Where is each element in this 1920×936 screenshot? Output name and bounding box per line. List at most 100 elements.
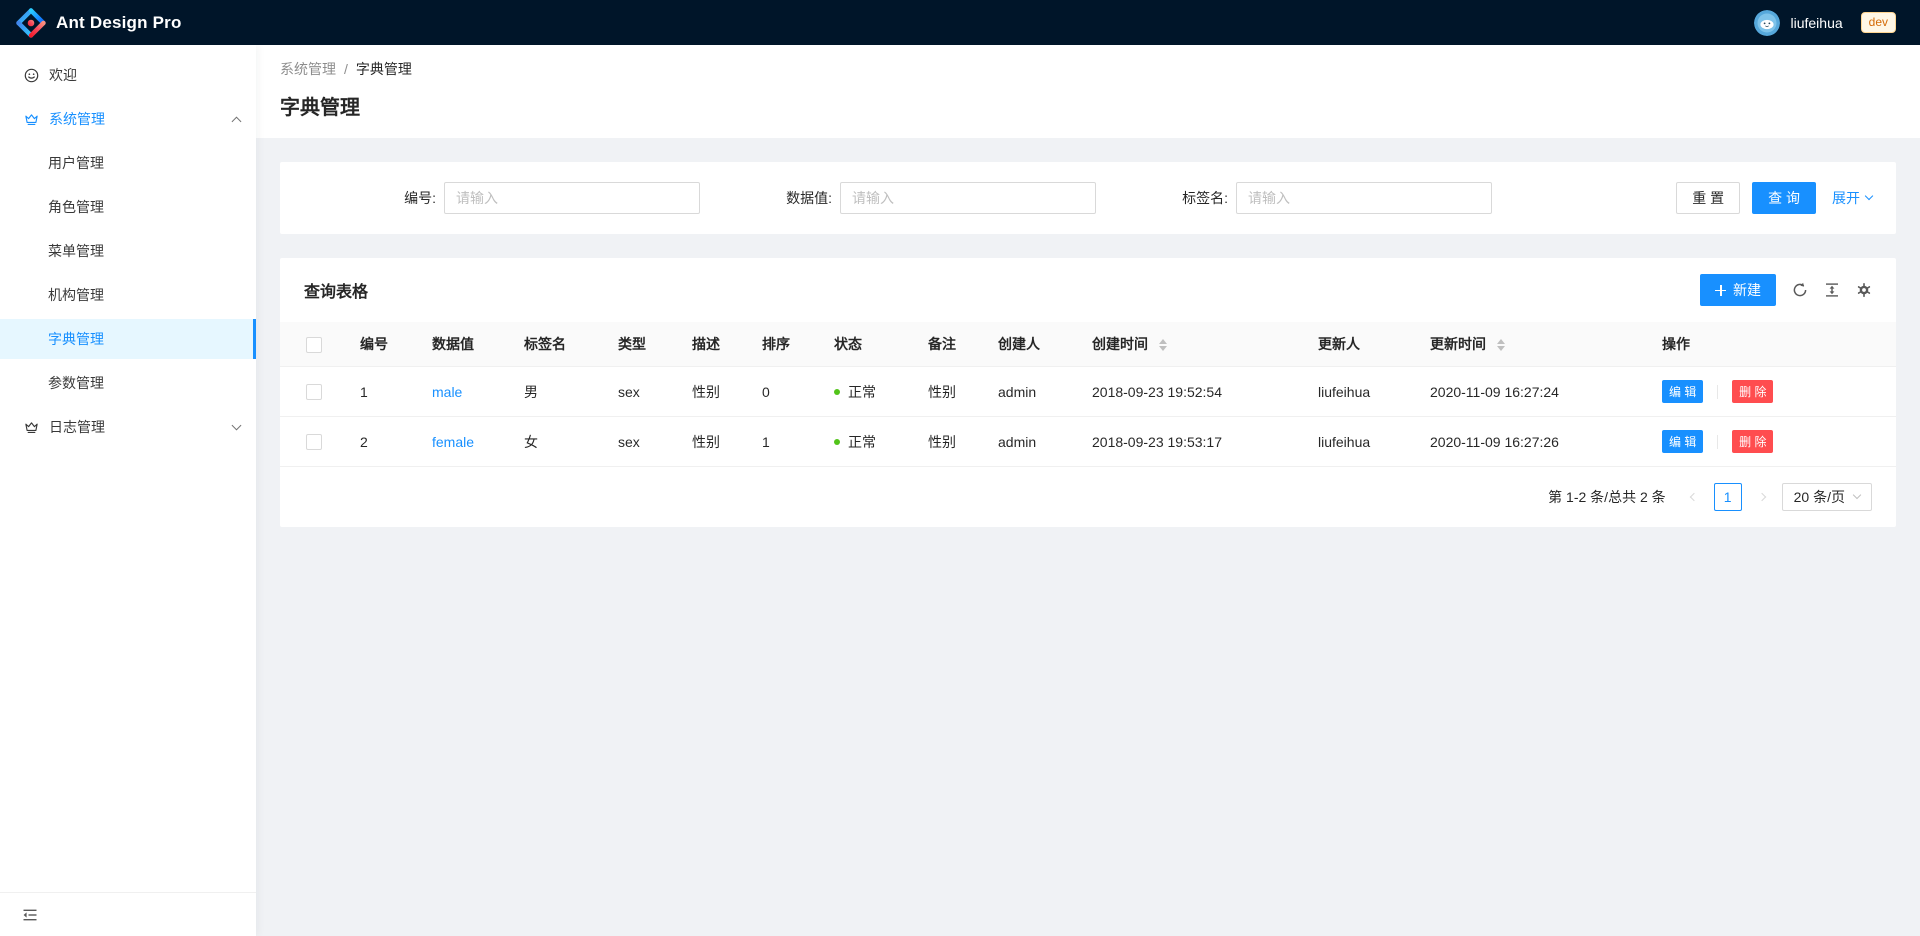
col-updated-sortable[interactable]: 更新时间 — [1414, 322, 1646, 367]
cell-creator: admin — [982, 417, 1076, 467]
sidebar: 欢迎 系统管理 用户管理 角色管理 菜单管理 — [0, 45, 256, 936]
col-remark: 备注 — [912, 322, 982, 367]
new-button[interactable]: 新建 — [1700, 274, 1776, 306]
field-label-tag: 标签名: — [1096, 188, 1236, 208]
breadcrumb-separator: / — [344, 61, 348, 77]
row-checkbox[interactable] — [306, 434, 322, 450]
cell-updater: liufeihua — [1302, 417, 1414, 467]
tag-input[interactable] — [1236, 182, 1492, 214]
logo-area[interactable]: Ant Design Pro — [16, 8, 182, 38]
cell-id: 2 — [344, 417, 416, 467]
breadcrumb-current: 字典管理 — [356, 59, 412, 79]
sidebar-item-label: 机构管理 — [48, 285, 104, 305]
cell-id: 1 — [344, 367, 416, 417]
app-title: Ant Design Pro — [56, 13, 182, 33]
sidebar-item-label: 欢迎 — [49, 65, 77, 85]
id-input[interactable] — [444, 182, 700, 214]
user-avatar[interactable] — [1754, 10, 1780, 36]
table-row: 1 male 男 sex 性别 0 正常 性别 admin 2018-0 — [280, 367, 1896, 417]
breadcrumb: 系统管理 / 字典管理 — [280, 59, 1896, 79]
sidebar-item-label: 字典管理 — [48, 329, 104, 349]
crown-icon — [24, 420, 39, 435]
search-field-tag: 标签名: — [1096, 182, 1492, 214]
page-number-1[interactable]: 1 — [1714, 483, 1742, 511]
pagination-total: 第 1-2 条/总共 2 条 — [1548, 487, 1665, 507]
page-header: 系统管理 / 字典管理 字典管理 — [256, 45, 1920, 138]
sidebar-item-system[interactable]: 系统管理 — [0, 99, 256, 139]
col-value: 数据值 — [416, 322, 508, 367]
cell-created: 2018-09-23 19:53:17 — [1076, 417, 1302, 467]
sidebar-item-org-mgmt[interactable]: 机构管理 — [0, 275, 256, 315]
cell-created: 2018-09-23 19:52:54 — [1076, 367, 1302, 417]
value-link[interactable]: male — [432, 384, 462, 400]
sidebar-item-label: 菜单管理 — [48, 241, 104, 261]
col-sort: 排序 — [746, 322, 818, 367]
cell-remark: 性别 — [912, 417, 982, 467]
col-updater: 更新人 — [1302, 322, 1414, 367]
col-created-sortable[interactable]: 创建时间 — [1076, 322, 1302, 367]
prev-page-button[interactable] — [1682, 483, 1706, 511]
user-name[interactable]: liufeihua — [1790, 15, 1842, 31]
sidebar-item-dict-mgmt[interactable]: 字典管理 — [0, 319, 256, 359]
value-link[interactable]: female — [432, 434, 474, 450]
field-label-id: 编号: — [304, 188, 444, 208]
status-badge: 正常 — [834, 432, 896, 452]
delete-button[interactable]: 删 除 — [1732, 430, 1773, 453]
chevron-down-icon — [1865, 191, 1873, 199]
expand-label: 展开 — [1832, 188, 1860, 208]
sidebar-item-param-mgmt[interactable]: 参数管理 — [0, 363, 256, 403]
menu-fold-icon[interactable] — [22, 907, 38, 923]
breadcrumb-parent[interactable]: 系统管理 — [280, 59, 336, 79]
search-field-value: 数据值: — [700, 182, 1096, 214]
new-button-label: 新建 — [1733, 280, 1761, 300]
settings-gear-icon[interactable] — [1856, 282, 1872, 298]
dictionary-table: 编号 数据值 标签名 类型 描述 排序 状态 备注 创建人 创建时间 — [280, 322, 1896, 467]
col-type: 类型 — [602, 322, 676, 367]
col-created-label: 创建时间 — [1092, 336, 1148, 352]
table-toolbar: 查询表格 新建 — [280, 258, 1896, 322]
cell-tag: 男 — [508, 367, 602, 417]
cell-desc: 性别 — [676, 417, 746, 467]
reset-button[interactable]: 重 置 — [1676, 182, 1740, 214]
cell-desc: 性别 — [676, 367, 746, 417]
expand-toggle[interactable]: 展开 — [1832, 188, 1872, 208]
col-desc: 描述 — [676, 322, 746, 367]
sidebar-item-label: 参数管理 — [48, 373, 104, 393]
search-field-id: 编号: — [304, 182, 700, 214]
reload-icon[interactable] — [1792, 282, 1808, 298]
top-bar: Ant Design Pro liufeihua dev — [0, 0, 1920, 45]
smile-icon — [24, 68, 39, 83]
sidebar-item-welcome[interactable]: 欢迎 — [0, 55, 256, 95]
chevron-down-icon — [233, 422, 240, 432]
page-size-value: 20 条/页 — [1794, 487, 1845, 507]
select-all-checkbox[interactable] — [306, 337, 322, 353]
edit-button[interactable]: 编 辑 — [1662, 380, 1703, 403]
col-status: 状态 — [818, 322, 912, 367]
sidebar-item-log-mgmt[interactable]: 日志管理 — [0, 407, 256, 447]
sidebar-item-menu-mgmt[interactable]: 菜单管理 — [0, 231, 256, 271]
sidebar-item-user-mgmt[interactable]: 用户管理 — [0, 143, 256, 183]
crown-icon — [24, 112, 39, 127]
field-label-value: 数据值: — [700, 188, 840, 208]
sorter-icon — [1497, 339, 1505, 351]
edit-button[interactable]: 编 辑 — [1662, 430, 1703, 453]
table-header-row: 编号 数据值 标签名 类型 描述 排序 状态 备注 创建人 创建时间 — [280, 322, 1896, 367]
page-size-select[interactable]: 20 条/页 — [1782, 483, 1872, 511]
cell-updated: 2020-11-09 16:27:26 — [1414, 417, 1646, 467]
action-divider — [1717, 385, 1718, 399]
cell-type: sex — [602, 417, 676, 467]
next-page-button[interactable] — [1750, 483, 1774, 511]
delete-button[interactable]: 删 除 — [1732, 380, 1773, 403]
sidebar-footer — [0, 892, 256, 936]
sidebar-item-role-mgmt[interactable]: 角色管理 — [0, 187, 256, 227]
env-tag-badge: dev — [1861, 12, 1896, 33]
value-input[interactable] — [840, 182, 1096, 214]
cell-updated: 2020-11-09 16:27:24 — [1414, 367, 1646, 417]
sidebar-item-label: 角色管理 — [48, 197, 104, 217]
plus-icon — [1715, 285, 1726, 296]
row-checkbox[interactable] — [306, 384, 322, 400]
column-height-icon[interactable] — [1824, 282, 1840, 298]
col-tag: 标签名 — [508, 322, 602, 367]
query-button[interactable]: 查 询 — [1752, 182, 1816, 214]
chevron-up-icon — [233, 114, 240, 125]
